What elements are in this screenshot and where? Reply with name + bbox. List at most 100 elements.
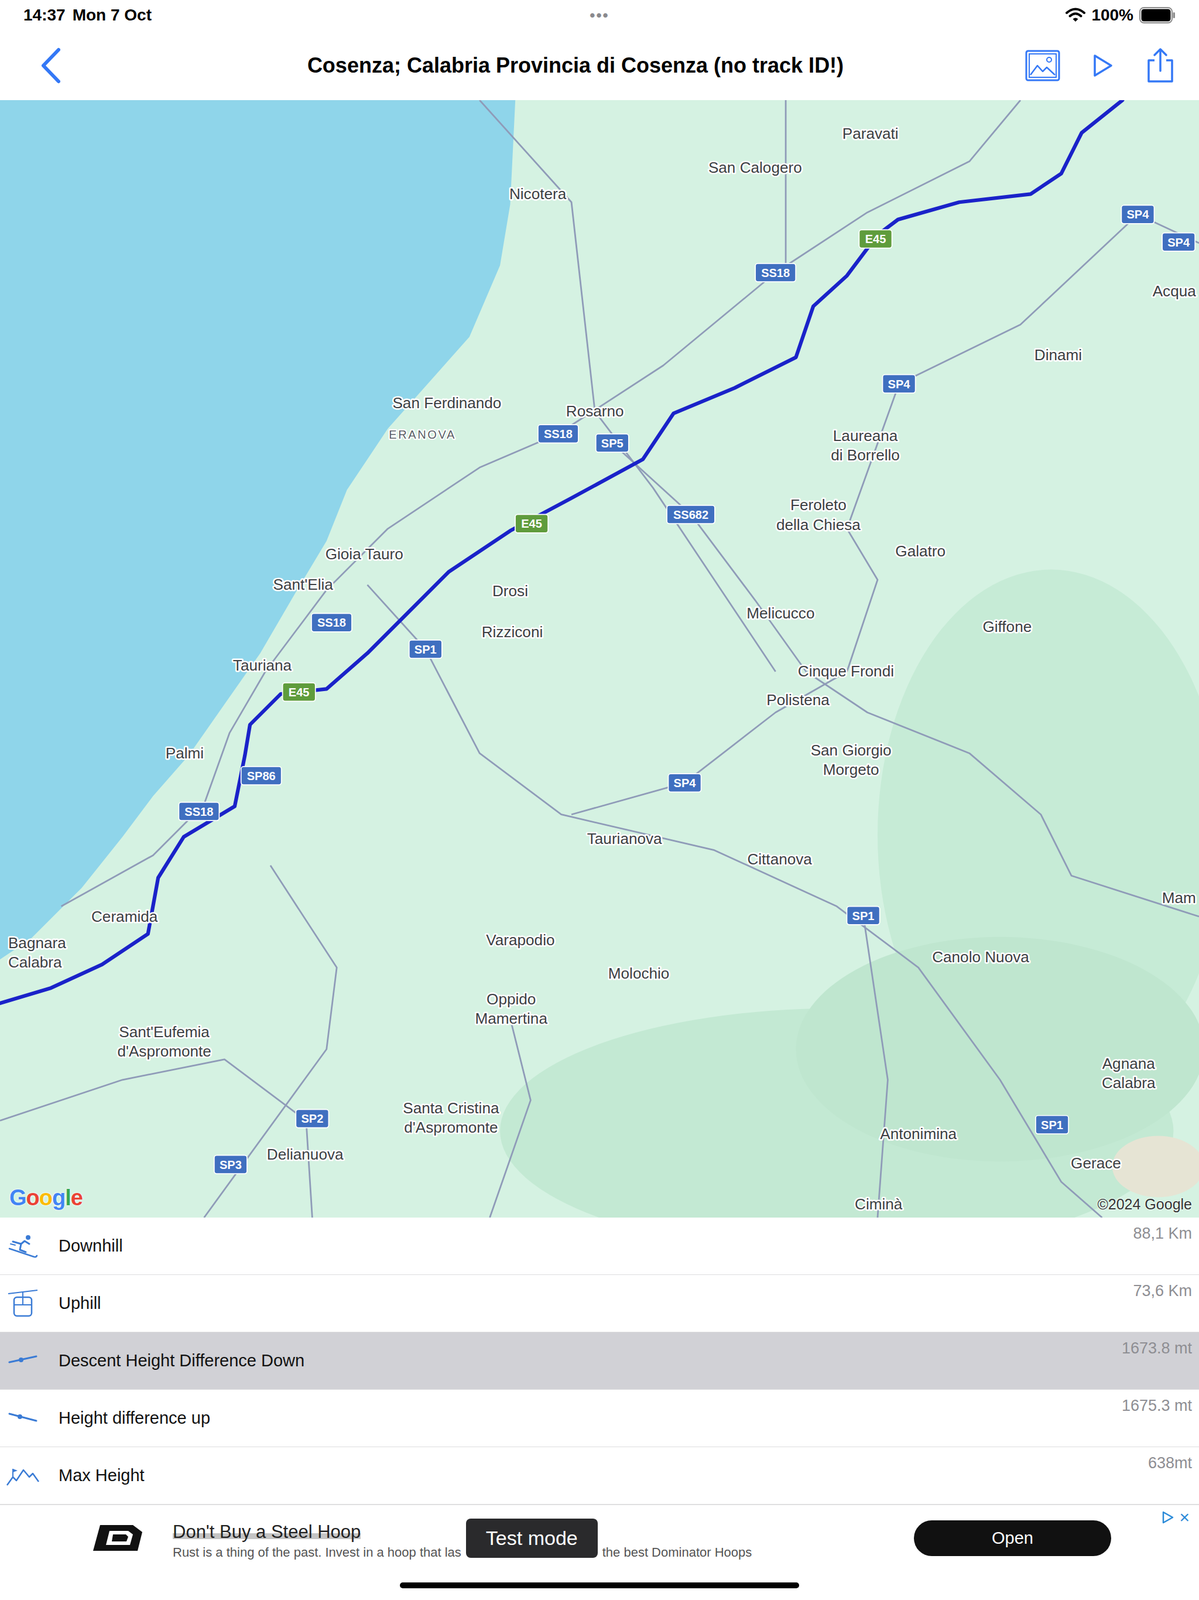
place-label-line: Cinque Frondi (797, 662, 894, 680)
place-label[interactable]: Drosi (492, 581, 529, 600)
place-label-line: Delianuova (266, 1145, 344, 1163)
place-label[interactable]: Mam (1162, 888, 1197, 907)
road-badge-label: SP2 (300, 1111, 324, 1125)
adchoices-icon[interactable] (1160, 1509, 1175, 1524)
place-label[interactable]: Giffone (982, 617, 1032, 636)
map-canvas[interactable]: SP4SP4E45SS18SP4SS18SP5E45SS682SS18SP1E4… (0, 100, 1199, 1218)
road-badge: SP1 (409, 639, 443, 659)
place-label[interactable]: Dinami (1034, 346, 1082, 364)
stat-row[interactable]: Max Height638mt (0, 1446, 1199, 1505)
stat-value: 73,6 Km (1132, 1281, 1192, 1300)
road-badge-label: SP4 (1167, 235, 1191, 249)
place-label[interactable]: Molochio (608, 964, 670, 982)
road (863, 915, 889, 1218)
place-label[interactable]: Gerace (1070, 1153, 1122, 1172)
road-badge: SS18 (311, 612, 352, 632)
place-label[interactable]: ERANOVA (388, 428, 457, 442)
place-label[interactable]: Sant'Elia (273, 575, 334, 594)
place-label[interactable]: Varapodio (485, 930, 555, 949)
place-label[interactable]: Tauriana (233, 656, 293, 674)
map[interactable]: SP4SP4E45SS18SP4SS18SP5E45SS682SS18SP1E4… (0, 100, 1199, 1218)
place-label-line: Acqua (1152, 282, 1197, 300)
place-label-line: Bagnara (8, 933, 67, 952)
stat-row[interactable]: Height difference up1675.3 mt (0, 1389, 1199, 1447)
road-badge: SP4 (1162, 233, 1195, 252)
stat-icon-box (4, 1406, 41, 1430)
image-icon[interactable] (1024, 49, 1061, 82)
place-label[interactable]: BagnaraCalabra (8, 933, 67, 971)
open-button[interactable]: Open (913, 1519, 1112, 1556)
place-label[interactable]: San GiorgioMorgeto (810, 741, 892, 779)
share-icon[interactable] (1145, 47, 1176, 84)
battery-fill (1141, 9, 1171, 22)
place-label[interactable]: Rizziconi (481, 622, 544, 641)
stat-row[interactable]: Downhill88,1 Km (0, 1217, 1199, 1275)
ad-choices[interactable]: × (1160, 1508, 1190, 1526)
place-label[interactable]: Ceramida (91, 907, 159, 926)
skier-icon (7, 1232, 39, 1259)
place-label-line: Melicucco (746, 604, 815, 622)
road-badge-label: SP1 (852, 909, 875, 923)
battery-icon (1139, 7, 1176, 24)
place-label-line: Calabra (8, 953, 63, 971)
play-icon[interactable] (1091, 52, 1115, 79)
place-label-line: Ciminà (854, 1194, 903, 1213)
road (0, 1059, 313, 1218)
place-label[interactable]: Ciminà (854, 1194, 903, 1213)
place-label[interactable]: OppidoMamertina (475, 989, 548, 1027)
home-indicator[interactable] (399, 1581, 800, 1588)
road-badge-label: SP1 (414, 642, 437, 656)
stat-icon-box (4, 1348, 41, 1373)
place-label-line: Gioia Tauro (325, 545, 404, 563)
place-label[interactable]: Acqua (1152, 282, 1197, 300)
place-label-line: San Giorgio (810, 741, 892, 759)
place-label-line: San Calogero (708, 158, 803, 177)
place-label[interactable]: Melicucco (746, 604, 815, 622)
place-label[interactable]: Rosarno (566, 402, 625, 420)
place-label[interactable]: Delianuova (266, 1145, 344, 1163)
place-label[interactable]: Galatro (895, 542, 946, 560)
stat-value: 1675.3 mt (1121, 1396, 1192, 1415)
place-label[interactable]: Canolo Nuova (932, 947, 1030, 966)
ad-title[interactable]: Don't Buy a Steel Hoop (172, 1520, 361, 1543)
road-badge: SP5 (595, 433, 629, 452)
place-label-line: Drosi (492, 581, 529, 600)
stat-icon-box (4, 1463, 41, 1488)
place-label-line: Calabra (1101, 1073, 1156, 1092)
place-label-line: Giffone (982, 617, 1032, 636)
road-badge-label: SS682 (673, 508, 709, 522)
stat-row[interactable]: Descent Height Difference Down1673.8 mt (0, 1331, 1199, 1390)
place-label-line: Palmi (165, 744, 204, 762)
place-label-line: Oppido (486, 989, 536, 1008)
ascent-slope-icon (7, 1406, 39, 1430)
dominator-logo-icon (91, 1523, 145, 1552)
place-label[interactable]: Paravati (842, 124, 899, 143)
place-label[interactable]: Taurianova (587, 829, 663, 848)
stat-row[interactable]: Uphill73,6 Km (0, 1274, 1199, 1332)
back-chevron-icon[interactable] (38, 47, 63, 84)
road-badge: SS18 (538, 424, 579, 443)
place-label[interactable]: Laureanadi Borrello (830, 426, 900, 464)
place-label[interactable]: AgnanaCalabra (1101, 1054, 1156, 1092)
stat-label: Uphill (58, 1293, 1133, 1313)
place-label[interactable]: Nicotera (509, 185, 567, 203)
home-area (0, 1570, 1199, 1600)
place-label[interactable]: Feroletodella Chiesa (776, 495, 861, 533)
stat-label: Max Height (58, 1465, 1149, 1485)
place-label[interactable]: Santa Cristinad'Aspromonte (402, 1098, 500, 1136)
place-label[interactable]: Cinque Frondi (797, 662, 894, 680)
place-label[interactable]: Palmi (165, 744, 204, 762)
ad-close[interactable]: × (1179, 1508, 1190, 1526)
road-badge-label: SP4 (1126, 207, 1150, 221)
ad-banner[interactable]: Don't Buy a Steel HoopRust is a thing of… (0, 1504, 1199, 1571)
place-label[interactable]: San Calogero (708, 158, 803, 177)
place-label[interactable]: Cittanova (747, 850, 813, 868)
place-label[interactable]: Sant'Eufemiad'Aspromonte (117, 1022, 211, 1060)
place-label[interactable]: Polistena (766, 690, 830, 709)
place-label[interactable]: Gioia Tauro (325, 545, 404, 563)
road-badge-label: SP4 (888, 377, 911, 391)
multitask-dots[interactable]: ••• (589, 6, 609, 25)
google-logo-letter: G (9, 1184, 27, 1210)
place-label[interactable]: San Ferdinando (392, 394, 502, 412)
place-label[interactable]: Antonimina (879, 1124, 957, 1143)
